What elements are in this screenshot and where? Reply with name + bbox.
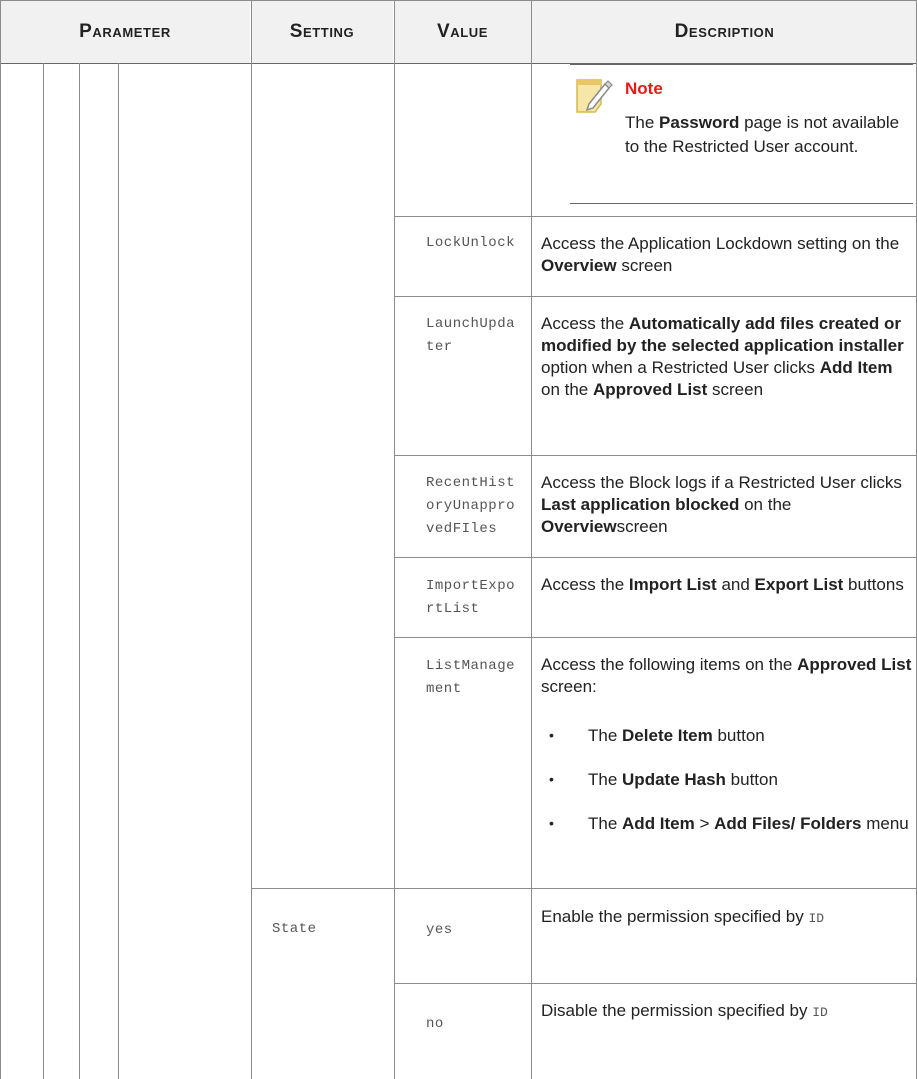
header-value-label: Value [436,20,489,42]
value-cell: LaunchUpda ter [426,316,516,355]
note-text: The Password page is not available to th… [625,113,900,156]
description-cell: Access the Import List and Export List b… [541,575,904,594]
col-border-description [531,0,532,1079]
bullet-glyph: • [549,815,554,831]
value-cell: no [426,1016,444,1032]
header-setting: Setting [251,0,393,63]
value-cell: RecentHist oryUnappro vedFIles [426,475,516,537]
description-cell: Disable the permission specified by ID [541,1001,828,1020]
note-bottom-rule [570,203,913,204]
note-title: Note [625,79,663,98]
header-parameter-label: Parameter [79,20,171,42]
header-setting-label: Setting [289,20,355,42]
bullet-glyph: • [549,771,554,787]
col-border-value [394,0,395,1079]
value-cell: yes [426,922,453,938]
description-cell: Enable the permission specified by ID [541,907,825,926]
value-cell: ImportExpo rtList [426,578,516,617]
row-sep-state [251,888,917,889]
header-value: Value [394,0,531,63]
col-border-nest1 [43,63,44,1079]
description-cell: Access the Block logs if a Restricted Us… [541,473,902,536]
table-top-border [0,0,917,1]
col-border-nest3 [118,63,119,1079]
description-cell: Access the Automatically add files creat… [541,314,904,399]
row-sep-5 [394,637,917,638]
setting-cell: State [272,921,317,937]
bullet-text: The Delete Item button [588,726,765,745]
row-sep-2 [394,296,917,297]
bullet-text: The Add Item > Add Files/ Folders menu [588,814,909,833]
value-cell: ListManage ment [426,658,516,697]
description-cell: Access the following items on the Approv… [541,655,912,696]
bullet-glyph: • [549,727,554,743]
value-cell: LockUnlock [426,235,516,251]
bullet-text: The Update Hash button [588,770,778,789]
description-cell: Access the Application Lockdown setting … [541,234,900,275]
col-border-setting [251,0,252,1079]
row-sep-4 [394,557,917,558]
header-description-label: Description [674,20,775,42]
note-icon [575,76,613,116]
row-sep-state-no [394,983,917,984]
col-border-left [0,0,1,1079]
row-sep-1 [394,216,917,217]
header-description: Description [532,0,917,63]
row-sep-3 [394,455,917,456]
header-parameter: Parameter [0,0,250,63]
note-top-rule [570,63,913,65]
col-border-nest2 [79,63,80,1079]
